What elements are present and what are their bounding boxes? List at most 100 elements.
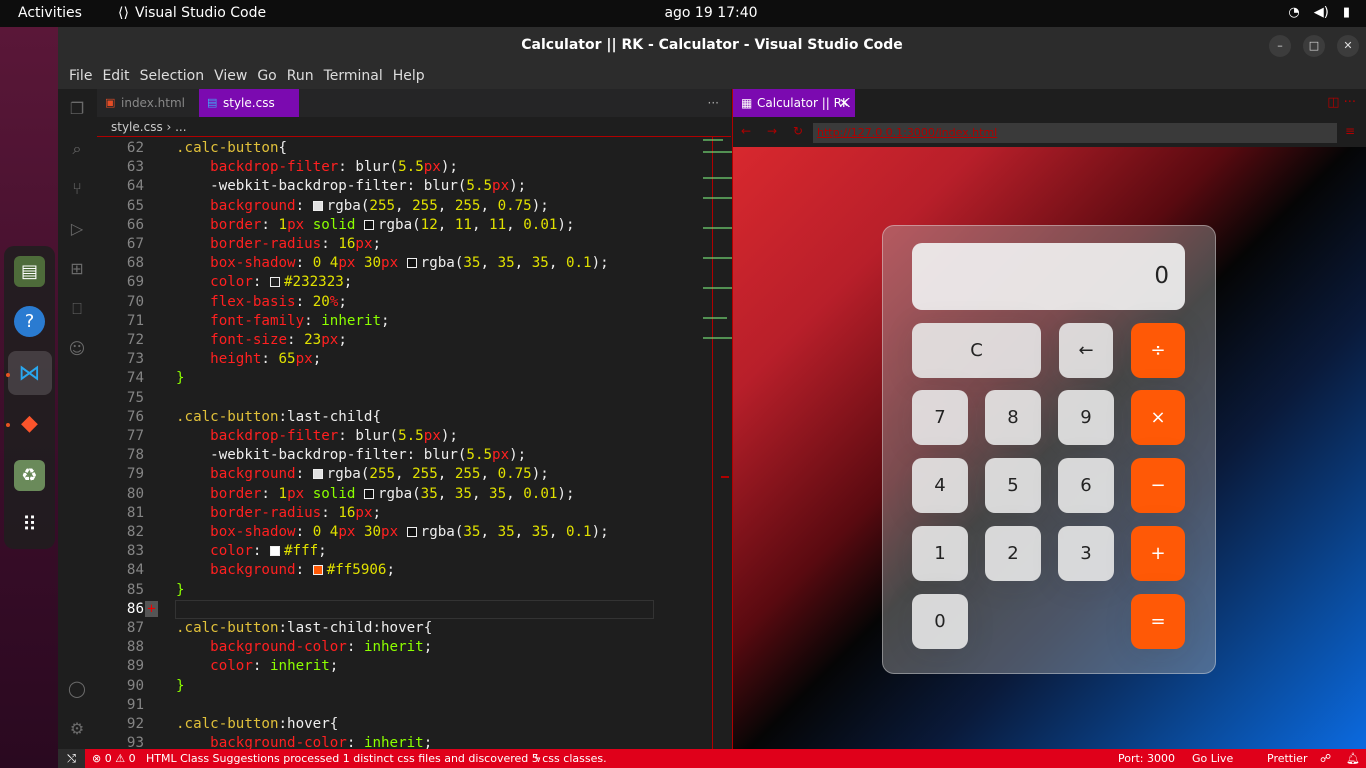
digit-0-button[interactable]: 0: [912, 594, 968, 649]
minus-button[interactable]: −: [1131, 458, 1185, 513]
code-line[interactable]: 85}: [97, 581, 712, 600]
minimize-button[interactable]: –: [1269, 35, 1291, 57]
multiply-button[interactable]: ×: [1131, 390, 1185, 445]
extensions-icon[interactable]: ⊞: [66, 259, 88, 281]
menu-run[interactable]: Run: [282, 68, 319, 84]
explorer-icon[interactable]: ❐: [66, 99, 88, 121]
digit-9-button[interactable]: 9: [1058, 390, 1114, 445]
notifications-icon[interactable]: 🔔︎: [1346, 749, 1360, 768]
code-line[interactable]: 87 .calc-button:last-child:hover{: [97, 619, 712, 638]
code-line[interactable]: 71 font-family: inherit;: [97, 312, 712, 331]
remote-icon[interactable]: ⤭: [58, 749, 85, 768]
url-field[interactable]: http://127.0.0.1:3000/index.html: [813, 123, 1337, 143]
problems-indicator[interactable]: ⊗ 0 ⚠ 0: [92, 749, 136, 768]
code-line[interactable]: 86 +: [97, 599, 712, 619]
code-line[interactable]: 65 background: rgba(255, 255, 255, 0.75)…: [97, 197, 712, 216]
menu-terminal[interactable]: Terminal: [319, 68, 388, 84]
code-line[interactable]: 70 flex-basis: 20%;: [97, 293, 712, 312]
digit-5-button[interactable]: 5: [985, 458, 1041, 513]
code-line[interactable]: 93 background-color: inherit;: [97, 734, 712, 749]
code-line[interactable]: 81 border-radius: 16px;: [97, 504, 712, 523]
run-debug-icon[interactable]: ▷: [66, 219, 88, 241]
menu-icon[interactable]: ≡: [1345, 124, 1355, 138]
files-icon[interactable]: ▤: [14, 256, 45, 287]
show-apps-icon[interactable]: ⠿: [14, 508, 45, 539]
code-line[interactable]: 76 .calc-button:last-child{: [97, 408, 712, 427]
more-actions-button[interactable]: ···: [708, 89, 719, 117]
code-line[interactable]: 80 border: 1px solid rgba(35, 35, 35, 0.…: [97, 485, 712, 504]
reload-icon[interactable]: ↻: [793, 124, 803, 138]
tab-preview[interactable]: ▦ Calculator || RK ✕: [733, 89, 855, 117]
tab-style-css[interactable]: ▤ style.css: [199, 89, 299, 117]
code-line[interactable]: 67 border-radius: 16px;: [97, 235, 712, 254]
split-editor-icon[interactable]: ◫ ···: [1327, 89, 1356, 117]
clock[interactable]: ago 19 17:40: [0, 5, 1366, 21]
clear-button[interactable]: C: [912, 323, 1041, 378]
digit-2-button[interactable]: 2: [985, 526, 1041, 581]
digit-8-button[interactable]: 8: [985, 390, 1041, 445]
digit-3-button[interactable]: 3: [1058, 526, 1114, 581]
prettier-status[interactable]: Prettier: [1267, 749, 1307, 768]
code-line[interactable]: 68 box-shadow: 0 4px 30px rgba(35, 35, 3…: [97, 254, 712, 273]
code-line[interactable]: 88 background-color: inherit;: [97, 638, 712, 657]
port-indicator[interactable]: Port: 3000: [1118, 749, 1175, 768]
code-line[interactable]: 79 background: rgba(255, 255, 255, 0.75)…: [97, 465, 712, 484]
code-line[interactable]: 63 backdrop-filter: blur(5.5px);: [97, 158, 712, 177]
system-tray[interactable]: ◔ ◀) ▮: [1288, 5, 1350, 20]
code-line[interactable]: 91: [97, 696, 712, 715]
code-line[interactable]: 89 color: inherit;: [97, 657, 712, 676]
trash-icon[interactable]: ♻: [14, 460, 45, 491]
feedback-icon[interactable]: ☍: [1320, 749, 1331, 768]
code-line[interactable]: 64 -webkit-backdrop-filter: blur(5.5px);: [97, 177, 712, 196]
tab-index-html[interactable]: ▣ index.html: [97, 89, 199, 117]
line-number: 77: [126, 428, 144, 444]
close-tab-icon[interactable]: ✕: [839, 89, 849, 117]
menu-file[interactable]: File: [64, 68, 97, 84]
maximize-button[interactable]: □: [1303, 35, 1325, 57]
menu-help[interactable]: Help: [388, 68, 430, 84]
vscode-dock-icon[interactable]: ⋈: [14, 358, 45, 389]
bookmark-icon[interactable]: ⎕: [66, 299, 88, 321]
digit-7-button[interactable]: 7: [912, 390, 968, 445]
close-window-button[interactable]: ✕: [1337, 35, 1359, 57]
live-share-icon[interactable]: ☺: [66, 339, 88, 361]
source-control-icon[interactable]: ⑂: [66, 179, 88, 201]
code-line[interactable]: 82 box-shadow: 0 4px 30px rgba(35, 35, 3…: [97, 523, 712, 542]
back-icon[interactable]: ←: [741, 124, 751, 138]
menu-edit[interactable]: Edit: [97, 68, 134, 84]
code-line[interactable]: 62 .calc-button{: [97, 139, 712, 158]
code-line[interactable]: 74}: [97, 369, 712, 388]
plus-button[interactable]: +: [1131, 526, 1185, 581]
code-line[interactable]: 73 height: 65px;: [97, 350, 712, 369]
search-icon[interactable]: ⌕: [66, 139, 88, 161]
code-line[interactable]: 90}: [97, 677, 712, 696]
brave-browser-icon[interactable]: ◆: [14, 408, 45, 439]
code-area[interactable]: 62 .calc-button{63 backdrop-filter: blur(…: [97, 137, 713, 749]
equals-button[interactable]: =: [1131, 594, 1185, 649]
code-text: border-radius: 16px;: [210, 236, 382, 252]
breadcrumb[interactable]: style.css › ...: [97, 117, 731, 137]
code-line[interactable]: 92 .calc-button:hover{: [97, 715, 712, 734]
help-icon[interactable]: ?: [14, 306, 45, 337]
code-line[interactable]: 66 border: 1px solid rgba(12, 11, 11, 0.…: [97, 216, 712, 235]
code-line[interactable]: 75: [97, 389, 712, 408]
menu-view[interactable]: View: [209, 68, 252, 84]
digit-6-button[interactable]: 6: [1058, 458, 1114, 513]
code-line[interactable]: 83 color: #fff;: [97, 542, 712, 561]
menu-go[interactable]: Go: [252, 68, 281, 84]
menu-selection[interactable]: Selection: [135, 68, 210, 84]
settings-gear-icon[interactable]: ⚙: [66, 719, 88, 741]
forward-icon[interactable]: →: [767, 124, 777, 138]
digit-4-button[interactable]: 4: [912, 458, 968, 513]
code-line[interactable]: 72 font-size: 23px;: [97, 331, 712, 350]
code-line[interactable]: 77 backdrop-filter: blur(5.5px);: [97, 427, 712, 446]
tab-label: style.css: [223, 96, 275, 110]
accounts-icon[interactable]: ◯: [66, 679, 88, 701]
digit-1-button[interactable]: 1: [912, 526, 968, 581]
divide-button[interactable]: ÷: [1131, 323, 1185, 378]
code-line[interactable]: 84 background: #ff5906;: [97, 561, 712, 580]
go-live-button[interactable]: Go Live: [1192, 749, 1233, 768]
code-line[interactable]: 69 color: #232323;: [97, 273, 712, 292]
backspace-button[interactable]: ←: [1059, 323, 1113, 378]
code-line[interactable]: 78 -webkit-backdrop-filter: blur(5.5px);: [97, 446, 712, 465]
